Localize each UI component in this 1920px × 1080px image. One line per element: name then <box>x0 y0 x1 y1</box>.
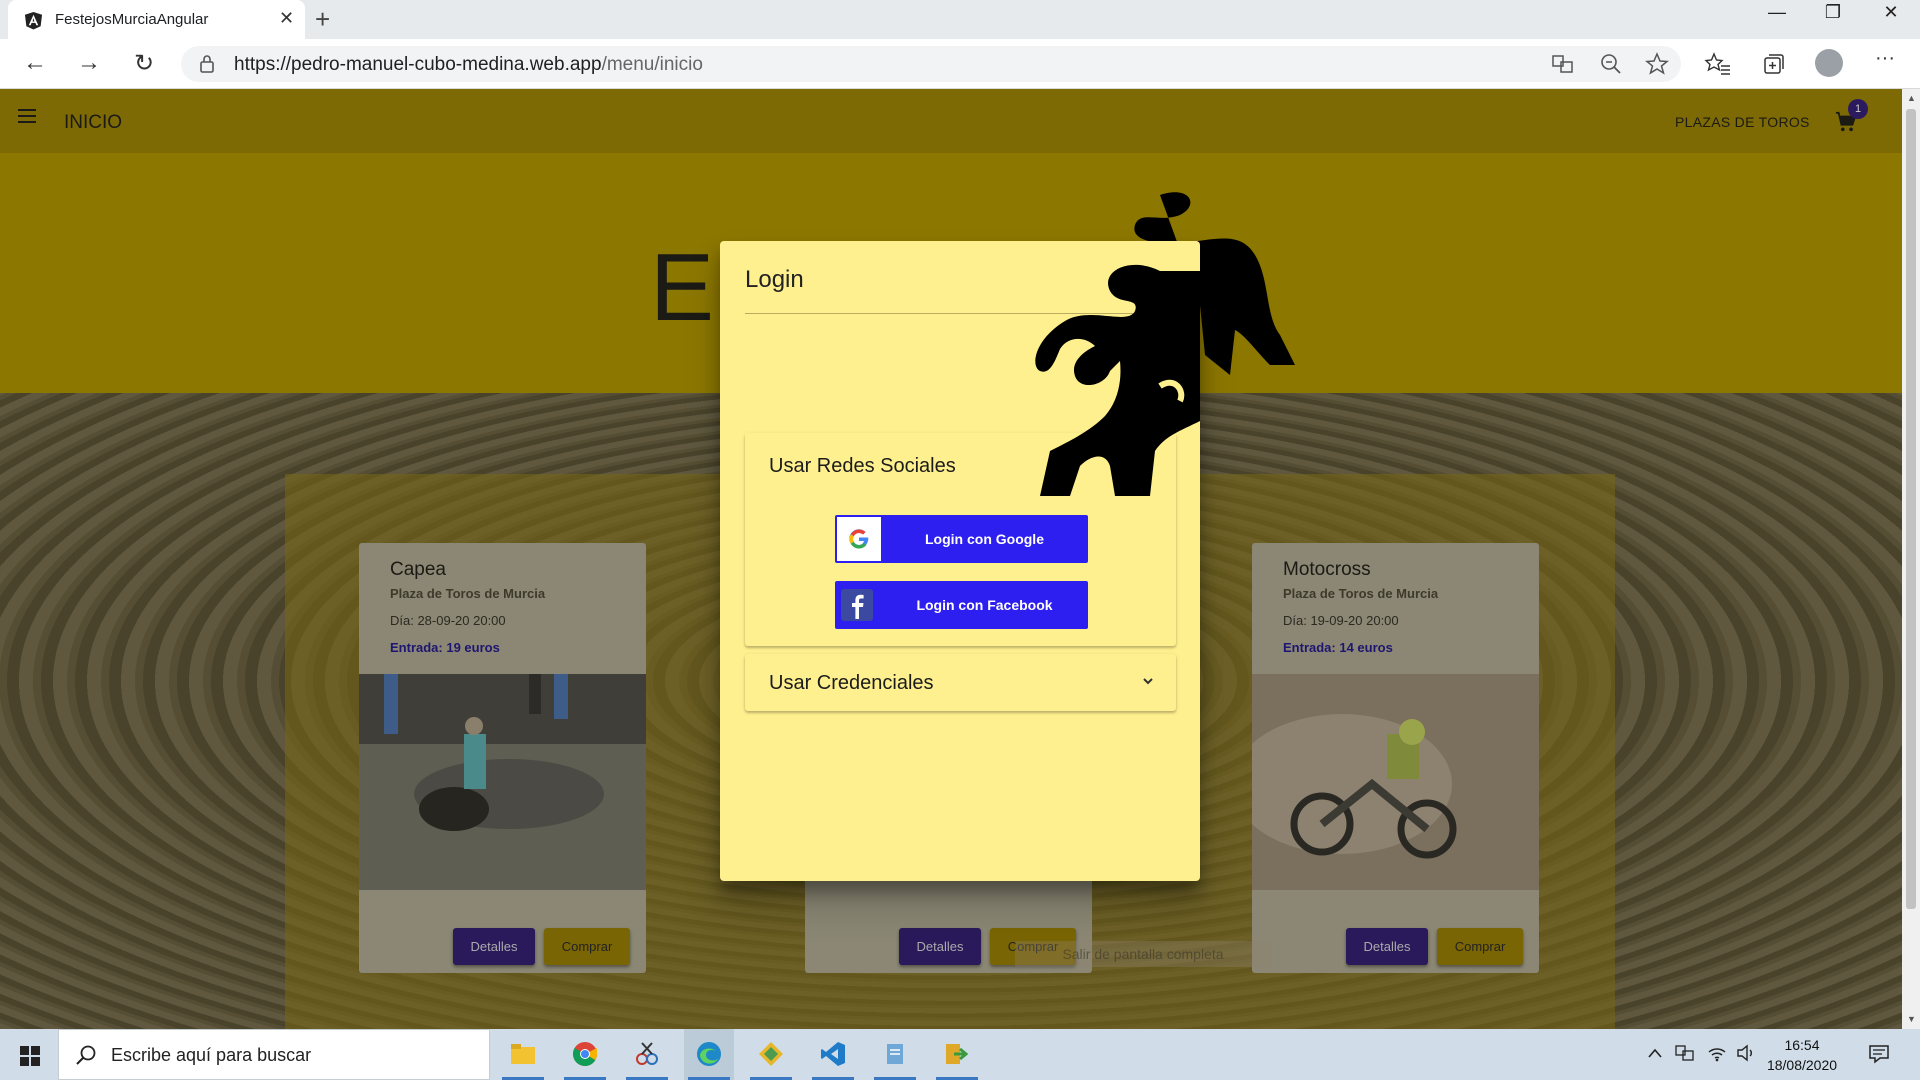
more-options-icon[interactable]: ··· <box>1870 47 1900 70</box>
forward-icon[interactable]: → <box>74 49 104 77</box>
card-price: Entrada: 14 euros <box>1283 640 1393 655</box>
card-price: Entrada: 19 euros <box>390 640 500 655</box>
taskbar-app-git[interactable] <box>746 1029 796 1080</box>
tab-close-icon[interactable]: ✕ <box>279 8 294 29</box>
facebook-login-button[interactable]: Login con Facebook <box>835 581 1088 629</box>
windows-start-icon[interactable] <box>20 1046 40 1066</box>
facebook-icon <box>841 589 873 621</box>
gitkraken-icon <box>759 1042 783 1066</box>
facebook-login-label: Login con Facebook <box>916 597 1053 613</box>
notepad-icon <box>887 1044 903 1064</box>
maximize-icon[interactable]: ❐ <box>1810 2 1856 23</box>
system-clock[interactable]: 16:54 18/08/2020 <box>1762 1035 1842 1075</box>
chevron-down-icon[interactable] <box>1141 674 1155 688</box>
credentials-panel-title: Usar Credenciales <box>769 672 934 694</box>
page-scrollbar[interactable]: ▲ ▼ <box>1902 89 1920 1029</box>
volume-icon[interactable] <box>1736 1044 1756 1062</box>
url-text: https://pedro-manuel-cubo-medina.web.app… <box>234 54 703 76</box>
details-button[interactable]: Detalles <box>1346 928 1428 965</box>
reload-icon[interactable]: ↻ <box>129 49 159 78</box>
social-panel-title[interactable]: Usar Redes Sociales <box>769 455 956 478</box>
window-close-icon[interactable]: ✕ <box>1868 2 1914 23</box>
taskbar-app-vscode[interactable] <box>808 1029 858 1080</box>
card-venue: Plaza de Toros de Murcia <box>390 586 546 601</box>
taskbar-app-chrome[interactable] <box>560 1029 610 1080</box>
nav-link-plazas[interactable]: PLAZAS DE TOROS <box>1675 114 1810 130</box>
app-toolbar: INICIO PLAZAS DE TOROS 1 <box>0 89 1902 153</box>
dialog-title: Login <box>745 266 804 293</box>
favorite-star-icon[interactable] <box>1642 52 1672 76</box>
minimize-icon[interactable]: — <box>1754 2 1800 23</box>
snip-sketch-icon <box>636 1042 658 1065</box>
taskbar-app-snip[interactable] <box>622 1029 672 1080</box>
details-button[interactable]: Detalles <box>453 928 535 965</box>
buy-button[interactable]: Comprar <box>544 928 630 965</box>
input-method-icon[interactable] <box>1675 1044 1695 1062</box>
url-host: https://pedro-manuel-cubo-medina.web.app <box>234 54 602 75</box>
search-icon <box>76 1045 96 1065</box>
url-path: /menu/inicio <box>601 54 703 75</box>
favorites-list-icon[interactable] <box>1703 52 1733 76</box>
scroll-thumb[interactable] <box>1906 109 1916 909</box>
page-title: INICIO <box>64 112 123 133</box>
google-icon <box>849 529 869 549</box>
profile-avatar[interactable] <box>1815 49 1843 77</box>
chrome-icon <box>572 1042 597 1067</box>
exit-arrow-icon <box>946 1044 969 1064</box>
search-placeholder: Escribe aquí para buscar <box>111 1045 312 1065</box>
fullscreen-exit-hint[interactable]: Salir de pantalla completa <box>1015 941 1271 967</box>
taskbar-app-exit[interactable] <box>932 1029 982 1080</box>
edge-icon <box>697 1042 721 1066</box>
taskbar-app-file-explorer[interactable] <box>498 1029 548 1080</box>
tab-title: FestejosMurciaAngular <box>55 11 209 28</box>
back-icon[interactable]: ← <box>20 49 50 77</box>
lock-icon[interactable] <box>199 54 215 74</box>
buy-button[interactable]: Comprar <box>1437 928 1523 965</box>
scroll-down-icon[interactable]: ▼ <box>1907 1014 1916 1024</box>
url-input[interactable]: https://pedro-manuel-cubo-medina.web.app… <box>181 46 1681 82</box>
notification-center-icon[interactable] <box>1868 1044 1890 1064</box>
google-login-button[interactable]: Login con Google <box>835 515 1088 563</box>
capea-photo <box>359 674 646 890</box>
cart-count-badge: 1 <box>1848 99 1868 119</box>
taskbar-app-notepad[interactable] <box>870 1029 920 1080</box>
taskbar-search-box[interactable]: Escribe aquí para buscar <box>58 1029 490 1080</box>
google-icon-box <box>837 517 881 561</box>
card-date: Día: 28-09-20 20:00 <box>390 613 506 628</box>
angular-favicon-icon <box>24 11 43 30</box>
card-title: Motocross <box>1283 559 1371 580</box>
login-dialog: Login Usar Redes Sociales Login con Goog… <box>720 241 1200 881</box>
card-date: Día: 19-09-20 20:00 <box>1283 613 1399 628</box>
taskbar-app-edge[interactable] <box>684 1029 734 1080</box>
vscode-icon <box>821 1042 845 1066</box>
wifi-icon[interactable] <box>1707 1044 1727 1062</box>
google-login-label: Login con Google <box>925 531 1044 547</box>
bull-logo-icon <box>1035 264 1200 496</box>
folder-icon <box>511 1044 535 1064</box>
clock-date: 18/08/2020 <box>1766 1057 1838 1073</box>
chevron-up-icon[interactable] <box>1647 1047 1663 1059</box>
motocross-photo <box>1252 674 1539 890</box>
browser-address-bar: ← → ↻ https://pedro-manuel-cubo-medina.w… <box>0 39 1920 89</box>
event-card: Capea Plaza de Toros de Murcia Día: 28-0… <box>359 543 646 973</box>
card-venue: Plaza de Toros de Murcia <box>1283 586 1439 601</box>
details-button[interactable]: Detalles <box>899 928 981 965</box>
collections-icon[interactable] <box>1759 52 1789 76</box>
clock-time: 16:54 <box>1784 1037 1820 1053</box>
translate-icon[interactable] <box>1548 53 1578 75</box>
new-tab-icon[interactable]: + <box>315 4 330 35</box>
scroll-up-icon[interactable]: ▲ <box>1907 93 1916 103</box>
card-title: Capea <box>390 559 446 580</box>
credentials-panel[interactable]: Usar Credenciales <box>745 654 1176 711</box>
browser-tab-bar: FestejosMurciaAngular ✕ + — ❐ ✕ <box>0 0 1920 39</box>
browser-tab[interactable]: FestejosMurciaAngular ✕ <box>8 0 305 39</box>
zoom-icon[interactable] <box>1596 52 1626 76</box>
hamburger-menu-icon[interactable] <box>18 109 36 123</box>
event-card: Motocross Plaza de Toros de Murcia Día: … <box>1252 543 1539 973</box>
windows-taskbar: Escribe aquí para buscar 16:54 18/08/202… <box>0 1029 1920 1080</box>
